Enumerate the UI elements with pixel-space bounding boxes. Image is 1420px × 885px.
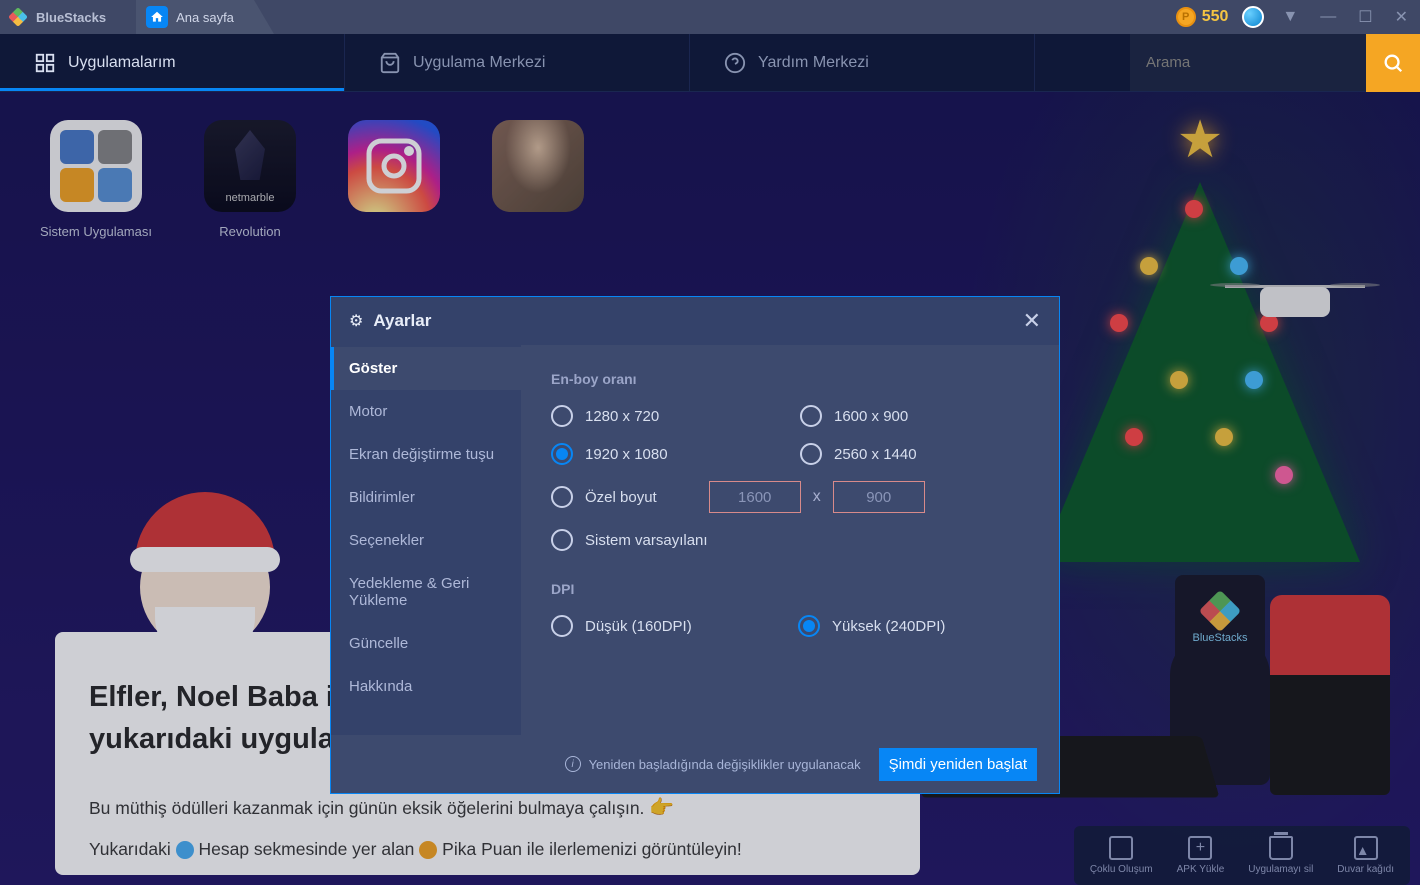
settings-modal: ⚙ Ayarlar ✕ Göster Motor Ekran değiştirm… bbox=[330, 296, 1060, 794]
bluestacks-logo-icon bbox=[8, 7, 28, 27]
help-icon bbox=[724, 52, 746, 74]
tab-home[interactable]: Ana sayfa bbox=[136, 0, 254, 34]
nav-my-apps-label: Uygulamalarım bbox=[68, 54, 176, 72]
modal-close-button[interactable]: ✕ bbox=[1023, 308, 1041, 334]
settings-content: En-boy oranı 1280 x 720 1600 x 900 1920 … bbox=[521, 345, 1059, 735]
search-icon bbox=[1382, 52, 1404, 74]
radio-system-default[interactable]: Sistem varsayılanı bbox=[551, 529, 1029, 551]
custom-size-inputs: x bbox=[709, 481, 925, 513]
sidebar-item-update[interactable]: Güncelle bbox=[331, 622, 521, 665]
dpi-options: Düşük (160DPI) Yüksek (240DPI) bbox=[551, 615, 1029, 637]
modal-body: Göster Motor Ekran değiştirme tuşu Bildi… bbox=[331, 345, 1059, 735]
dpi-section: DPI Düşük (160DPI) Yüksek (240DPI) bbox=[551, 581, 1029, 637]
info-icon: i bbox=[565, 756, 581, 772]
resolution-options: 1280 x 720 1600 x 900 1920 x 1080 2560 x… bbox=[551, 405, 1029, 551]
radio-dpi-low[interactable]: Düşük (160DPI) bbox=[551, 615, 782, 637]
nav-app-center-label: Uygulama Merkezi bbox=[413, 54, 545, 72]
account-icon[interactable] bbox=[1242, 6, 1264, 28]
sidebar-item-options[interactable]: Seçenekler bbox=[331, 519, 521, 562]
sidebar-item-backup[interactable]: Yedekleme & Geri Yükleme bbox=[331, 562, 521, 622]
close-button[interactable]: ✕ bbox=[1391, 3, 1412, 31]
sidebar-item-display[interactable]: Göster bbox=[331, 347, 521, 390]
sidebar-item-engine[interactable]: Motor bbox=[331, 390, 521, 433]
navbar: Uygulamalarım Uygulama Merkezi Yardım Me… bbox=[0, 34, 1420, 92]
restart-info: i Yeniden başladığında değişiklikler uyg… bbox=[565, 756, 861, 772]
search-box bbox=[1130, 34, 1420, 91]
radio-1280x720[interactable]: 1280 x 720 bbox=[551, 405, 780, 427]
radio-icon bbox=[798, 615, 820, 637]
radio-custom-size[interactable]: Özel boyut x bbox=[551, 481, 1029, 513]
radio-icon bbox=[551, 529, 573, 551]
points-value: 550 bbox=[1202, 8, 1229, 26]
radio-1600x900[interactable]: 1600 x 900 bbox=[800, 405, 1029, 427]
radio-icon bbox=[800, 443, 822, 465]
grid-icon bbox=[34, 52, 56, 74]
dropdown-icon[interactable]: ▼ bbox=[1278, 4, 1302, 30]
radio-icon bbox=[800, 405, 822, 427]
search-button[interactable] bbox=[1366, 34, 1420, 92]
radio-1920x1080[interactable]: 1920 x 1080 bbox=[551, 443, 780, 465]
radio-icon bbox=[551, 615, 573, 637]
modal-header: ⚙ Ayarlar ✕ bbox=[331, 297, 1059, 345]
radio-icon bbox=[551, 486, 573, 508]
bag-icon bbox=[379, 52, 401, 74]
radio-dpi-high[interactable]: Yüksek (240DPI) bbox=[798, 615, 1029, 637]
points-badge[interactable]: P 550 bbox=[1176, 7, 1229, 27]
modal-footer: i Yeniden başladığında değişiklikler uyg… bbox=[331, 735, 1059, 793]
main-area: ★ B bbox=[0, 92, 1420, 885]
radio-icon bbox=[551, 443, 573, 465]
settings-sidebar: Göster Motor Ekran değiştirme tuşu Bildi… bbox=[331, 345, 521, 735]
home-icon bbox=[146, 6, 168, 28]
sidebar-item-notifications[interactable]: Bildirimler bbox=[331, 476, 521, 519]
titlebar: BlueStacks Ana sayfa P 550 ▼ — ☐ ✕ bbox=[0, 0, 1420, 34]
radio-2560x1440[interactable]: 2560 x 1440 bbox=[800, 443, 1029, 465]
search-input[interactable] bbox=[1130, 34, 1366, 92]
tab-home-label: Ana sayfa bbox=[176, 10, 234, 25]
nav-app-center[interactable]: Uygulama Merkezi bbox=[345, 34, 690, 91]
nav-my-apps[interactable]: Uygulamalarım bbox=[0, 34, 345, 91]
modal-title: Ayarlar bbox=[373, 311, 431, 331]
nav-help-center-label: Yardım Merkezi bbox=[758, 54, 869, 72]
gear-icon: ⚙ bbox=[349, 311, 363, 331]
minimize-button[interactable]: — bbox=[1316, 4, 1340, 30]
sidebar-item-about[interactable]: Hakkında bbox=[331, 665, 521, 708]
aspect-ratio-label: En-boy oranı bbox=[551, 371, 1029, 387]
custom-width-input[interactable] bbox=[709, 481, 801, 513]
restart-button[interactable]: Şimdi yeniden başlat bbox=[879, 748, 1037, 781]
dpi-label: DPI bbox=[551, 581, 1029, 597]
titlebar-controls: P 550 ▼ — ☐ ✕ bbox=[1176, 3, 1412, 31]
maximize-button[interactable]: ☐ bbox=[1354, 3, 1376, 31]
nav-help-center[interactable]: Yardım Merkezi bbox=[690, 34, 1035, 91]
coin-icon: P bbox=[1176, 7, 1196, 27]
sidebar-item-screen-toggle[interactable]: Ekran değiştirme tuşu bbox=[331, 433, 521, 476]
custom-height-input[interactable] bbox=[833, 481, 925, 513]
brand-text: BlueStacks bbox=[36, 10, 106, 25]
dimension-separator: x bbox=[813, 488, 821, 506]
brand-area: BlueStacks bbox=[8, 7, 106, 27]
radio-icon bbox=[551, 405, 573, 427]
